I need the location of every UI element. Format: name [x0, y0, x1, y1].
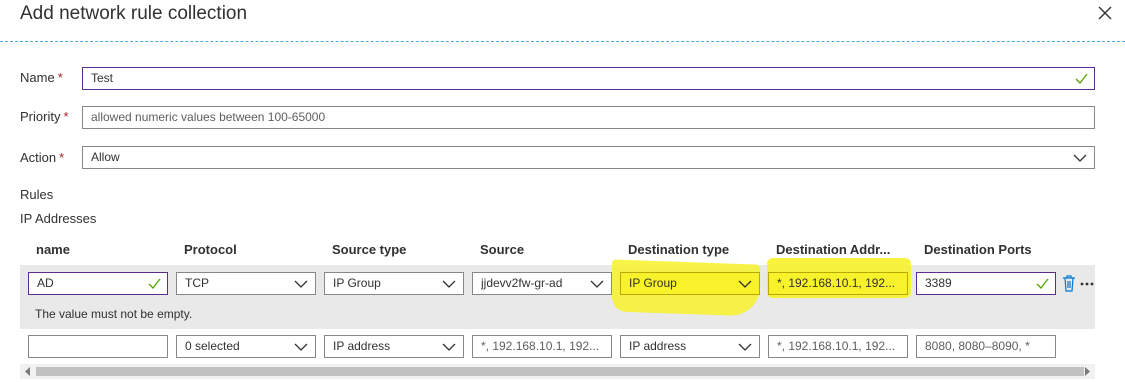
scroll-left-icon[interactable] [24, 367, 32, 376]
new-rule-name-input[interactable] [28, 335, 168, 358]
chevron-down-icon [294, 343, 308, 351]
panel-header: Add network rule collection [0, 0, 1125, 42]
check-icon [1036, 278, 1049, 289]
validation-error: The value must not be empty. [35, 307, 193, 321]
action-select[interactable]: Allow [82, 146, 1095, 169]
protocol-select[interactable]: TCP [176, 272, 316, 295]
destination-address-input[interactable]: *, 192.168.10.1, 192... [768, 272, 908, 295]
destination-ports-input[interactable]: 3389 [916, 272, 1056, 295]
col-header-protocol: Protocol [184, 242, 237, 257]
col-header-source: Source [480, 242, 525, 257]
col-header-destination-type: Destination type [628, 242, 730, 257]
check-icon [148, 278, 161, 289]
col-header-source-type: Source type [332, 242, 407, 257]
new-protocol-select[interactable]: 0 selected [176, 335, 316, 358]
new-source-input[interactable]: *, 192.168.10.1, 192... [472, 335, 612, 358]
check-icon [1075, 73, 1088, 84]
ip-addresses-label: IP Addresses [20, 211, 97, 226]
new-destination-address-input[interactable]: *, 192.168.10.1, 192... [768, 335, 908, 358]
destination-type-select[interactable]: IP Group [620, 272, 760, 295]
scrollbar-thumb[interactable] [36, 367, 1084, 376]
new-destination-type-select[interactable]: IP address [620, 335, 760, 358]
chevron-down-icon [590, 280, 604, 288]
col-header-destination-ports: Destination Ports [924, 242, 1032, 257]
rule-name-input[interactable]: AD [28, 272, 168, 295]
source-select[interactable]: jjdevv2fw-gr-ad [472, 272, 612, 295]
rules-label: Rules [20, 187, 54, 202]
chevron-down-icon [294, 280, 308, 288]
panel-title: Add network rule collection [20, 3, 248, 24]
chevron-down-icon [442, 280, 456, 288]
priority-input[interactable]: allowed numeric values between 100-65000 [82, 106, 1095, 129]
chevron-down-icon [738, 343, 752, 351]
trash-icon[interactable] [1062, 275, 1076, 292]
source-type-select[interactable]: IP Group [324, 272, 464, 295]
chevron-down-icon [738, 280, 752, 288]
col-header-name: name [36, 242, 70, 257]
name-input[interactable]: Test [82, 67, 1095, 90]
close-button[interactable] [1094, 2, 1116, 24]
scroll-right-icon[interactable] [1083, 367, 1091, 376]
priority-label: Priority * [20, 109, 69, 124]
name-label: Name * [20, 70, 63, 85]
new-source-type-select[interactable]: IP address [324, 335, 464, 358]
horizontal-scrollbar[interactable] [20, 364, 1095, 379]
chevron-down-icon [442, 343, 456, 351]
new-destination-ports-input[interactable]: 8080, 8080–8090, * [916, 335, 1056, 358]
col-header-destination-address: Destination Addr... [776, 242, 891, 257]
more-icon[interactable] [1080, 280, 1094, 288]
close-icon [1098, 6, 1112, 20]
chevron-down-icon [1073, 154, 1087, 162]
action-label: Action * [20, 150, 65, 165]
